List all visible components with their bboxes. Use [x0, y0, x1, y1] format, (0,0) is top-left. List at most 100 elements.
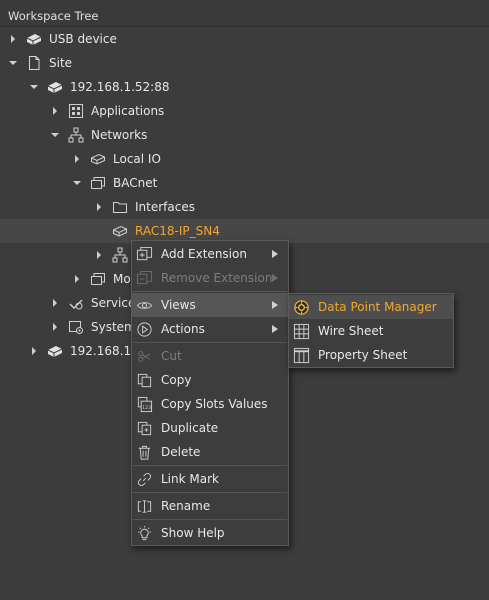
- tree-node-networks[interactable]: Networks: [0, 123, 489, 147]
- tree-label: USB device: [49, 32, 117, 46]
- tree-label: Applications: [91, 104, 165, 118]
- menu-item-copy[interactable]: Copy: [132, 368, 288, 392]
- menu-item-copy-slots-values[interactable]: 123 Copy Slots Values: [132, 392, 288, 416]
- submenu-arrow-icon: [272, 301, 278, 309]
- document-icon: [26, 55, 42, 71]
- workspace-tree-header: Workspace Tree: [0, 0, 489, 27]
- expand-arrow-icon[interactable]: [29, 346, 39, 356]
- play-circle-icon: [135, 320, 153, 338]
- collapse-arrow-icon[interactable]: [8, 58, 18, 68]
- copy-values-icon: 123: [135, 395, 153, 413]
- rename-icon: [135, 497, 153, 515]
- tree-node-local-io[interactable]: Local IO: [0, 147, 489, 171]
- applications-icon: [68, 103, 84, 119]
- property-sheet-icon: [292, 346, 310, 364]
- data-point-manager-icon: [292, 298, 310, 316]
- tree-node-applications[interactable]: Applications: [0, 99, 489, 123]
- lightbulb-icon: [135, 524, 153, 542]
- panel-title: Workspace Tree: [8, 9, 99, 23]
- expand-arrow-icon[interactable]: [50, 298, 60, 308]
- views-submenu: Data Point Manager Wire Sheet Property S…: [288, 293, 454, 368]
- eye-icon: [135, 296, 153, 314]
- submenu-arrow-icon: [272, 250, 278, 258]
- tree-node-usb-device[interactable]: USB device: [0, 27, 489, 51]
- expand-arrow-icon[interactable]: [50, 322, 60, 332]
- submenu-arrow-icon: [272, 274, 278, 282]
- expand-arrow-icon[interactable]: [8, 34, 18, 44]
- menu-item-data-point-manager[interactable]: Data Point Manager: [289, 295, 453, 319]
- tree-node-device-ip[interactable]: 192.168.1.52:88: [0, 75, 489, 99]
- menu-item-views[interactable]: Views: [132, 293, 288, 317]
- menu-separator: [133, 519, 287, 520]
- expand-arrow-icon[interactable]: [72, 274, 82, 284]
- copy-icon: [135, 371, 153, 389]
- device-icon: [47, 79, 63, 95]
- tree-node-site[interactable]: Site: [0, 51, 489, 75]
- menu-label: Views: [161, 298, 196, 312]
- menu-item-cut: Cut: [132, 344, 288, 368]
- tree-label: 192.168.1.52:88: [70, 80, 170, 94]
- menu-label: Link Mark: [161, 472, 219, 486]
- collapse-arrow-icon[interactable]: [29, 82, 39, 92]
- network-folder-icon: [90, 175, 106, 191]
- menu-label: Duplicate: [161, 421, 219, 435]
- menu-label: Delete: [161, 445, 201, 459]
- tree-label: System: [91, 320, 136, 334]
- expand-arrow-icon[interactable]: [94, 250, 104, 260]
- menu-separator: [133, 492, 287, 493]
- tree-node-interfaces[interactable]: Interfaces: [0, 195, 489, 219]
- services-icon: [68, 295, 84, 311]
- trash-icon: [135, 443, 153, 461]
- menu-label: Data Point Manager: [318, 300, 437, 314]
- menu-separator: [133, 465, 287, 466]
- menu-label: Add Extension: [161, 247, 247, 261]
- menu-item-actions[interactable]: Actions: [132, 317, 288, 341]
- menu-label: Show Help: [161, 526, 225, 540]
- expand-arrow-icon[interactable]: [72, 154, 82, 164]
- tree-label: Site: [49, 56, 73, 70]
- menu-item-add-extension[interactable]: Add Extension: [132, 242, 288, 266]
- menu-label: Copy: [161, 373, 192, 387]
- submenu-arrow-icon: [272, 325, 278, 333]
- device-icon: [47, 343, 63, 359]
- duplicate-icon: [135, 419, 153, 437]
- tree-label: RAC18-IP_SN4: [135, 224, 220, 238]
- menu-label: Remove Extension: [161, 271, 273, 285]
- add-extension-icon: [135, 245, 153, 263]
- tree-label: Service: [91, 296, 136, 310]
- io-module-icon: [90, 151, 106, 167]
- device-module-icon: [112, 223, 128, 239]
- context-menu: Add Extension Remove Extension Views Act…: [131, 240, 289, 546]
- tree-label: Networks: [91, 128, 148, 142]
- folder-icon: [112, 199, 128, 215]
- menu-item-duplicate[interactable]: Duplicate: [132, 416, 288, 440]
- menu-label: Property Sheet: [318, 348, 408, 362]
- menu-label: Cut: [161, 349, 182, 363]
- remove-extension-icon: [135, 269, 153, 287]
- menu-separator: [133, 342, 287, 343]
- device-icon: [26, 31, 42, 47]
- network-icon: [68, 127, 84, 143]
- tree-label: 192.168.1.: [70, 344, 135, 358]
- menu-item-property-sheet[interactable]: Property Sheet: [289, 343, 453, 367]
- menu-label: Actions: [161, 322, 205, 336]
- grid-icon: [292, 322, 310, 340]
- network-folder-icon: [90, 271, 106, 287]
- menu-item-rename[interactable]: Rename: [132, 494, 288, 518]
- menu-item-show-help[interactable]: Show Help: [132, 521, 288, 545]
- tree-label: Mo: [113, 272, 131, 286]
- tree-label: BACnet: [113, 176, 158, 190]
- expand-arrow-icon[interactable]: [94, 202, 104, 212]
- collapse-arrow-icon[interactable]: [50, 130, 60, 140]
- collapse-arrow-icon[interactable]: [72, 178, 82, 188]
- system-settings-icon: [68, 319, 84, 335]
- scissors-icon: [135, 347, 153, 365]
- menu-item-wire-sheet[interactable]: Wire Sheet: [289, 319, 453, 343]
- menu-item-link-mark[interactable]: Link Mark: [132, 467, 288, 491]
- menu-separator: [133, 291, 287, 292]
- menu-item-delete[interactable]: Delete: [132, 440, 288, 464]
- tree-node-bacnet[interactable]: BACnet: [0, 171, 489, 195]
- expand-arrow-icon[interactable]: [50, 106, 60, 116]
- menu-item-remove-extension: Remove Extension: [132, 266, 288, 290]
- menu-label: Copy Slots Values: [161, 397, 268, 411]
